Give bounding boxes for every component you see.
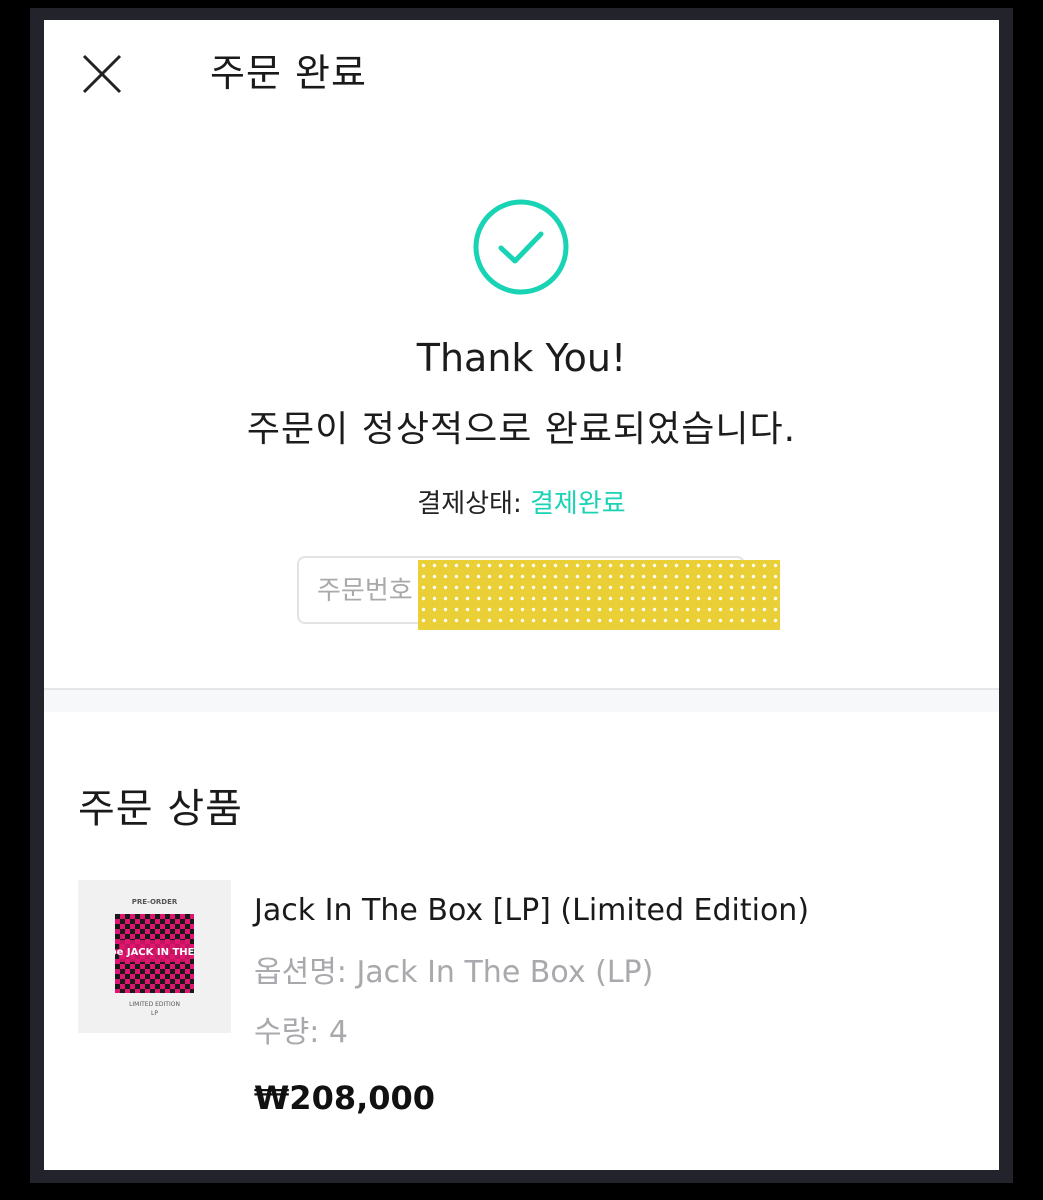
order-items-title: 주문 상품: [78, 786, 243, 832]
thumbnail-top-text: PRE-ORDER: [131, 898, 178, 906]
product-name[interactable]: Jack In The Box [LP] (Limited Edition): [254, 890, 809, 932]
order-complete-screen: 주문 완료 Thank You! 주문이 정상적으로 완료되었습니다. 결제상태…: [44, 20, 999, 1170]
redaction-tape: [418, 560, 780, 630]
thank-you-heading: Thank You!: [416, 336, 627, 380]
thumbnail-edition-text: LIMITED EDITION: [129, 1001, 180, 1008]
check-circle-icon: [473, 199, 569, 295]
payment-status-value: 결제완료: [530, 489, 626, 519]
payment-status-label: 결제상태:: [417, 489, 531, 519]
payment-status: 결제상태: 결제완료: [44, 486, 999, 522]
header: 주문 완료: [44, 20, 999, 130]
product-thumbnail[interactable]: PRE-ORDER J-hope JACK IN THE BOX LIMITED…: [78, 880, 231, 1033]
album-art-text: J-hope JACK IN THE BOX: [115, 947, 194, 958]
thumbnail-bottom-text: LIMITED EDITION LP: [78, 1000, 231, 1018]
thumbnail-format-text: LP: [151, 1010, 158, 1017]
album-cover-art: J-hope JACK IN THE BOX: [115, 914, 194, 993]
page-title: 주문 완료: [210, 51, 367, 95]
order-complete-message: 주문이 정상적으로 완료되었습니다.: [246, 409, 797, 450]
product-option: 옵션명: Jack In The Box (LP): [254, 955, 654, 990]
close-icon: [82, 54, 122, 94]
section-divider-shade: [44, 690, 999, 712]
close-button[interactable]: [80, 52, 124, 96]
product-quantity: 수량: 4: [254, 1015, 348, 1050]
order-number-label: 주문번호: [317, 576, 413, 606]
product-price: ₩208,000: [254, 1079, 436, 1117]
